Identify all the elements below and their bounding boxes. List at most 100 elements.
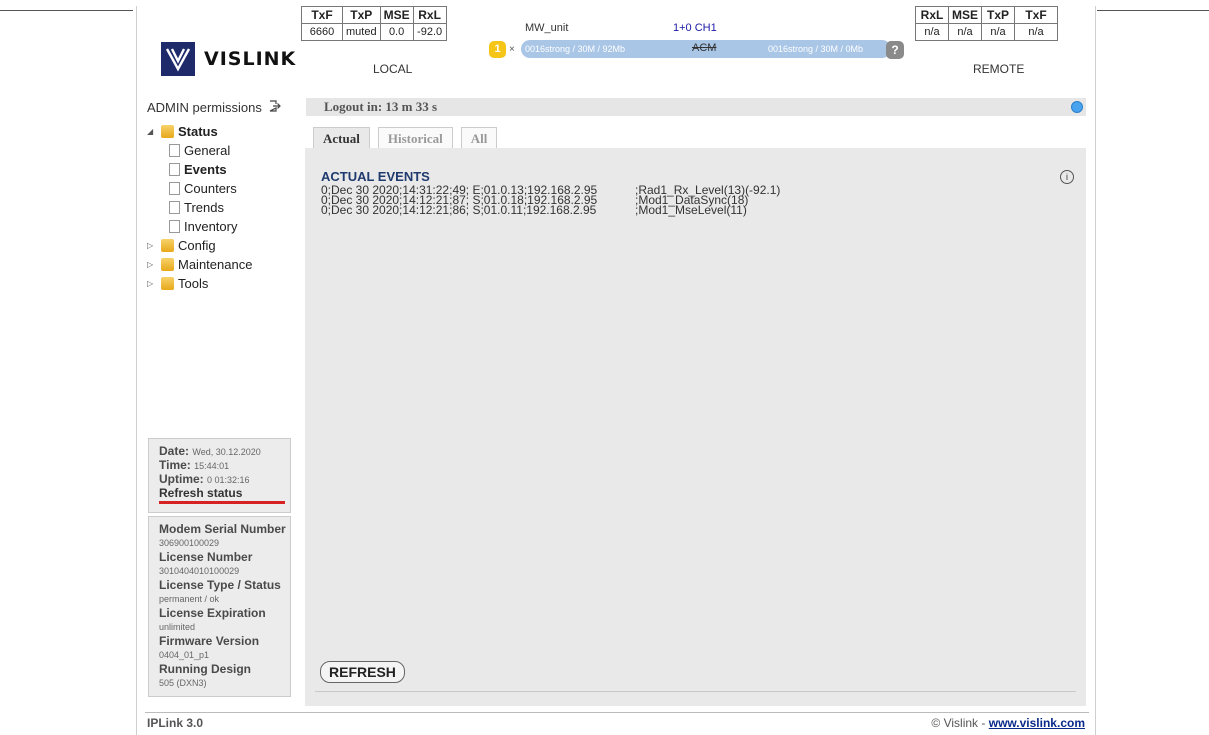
page-icon bbox=[169, 220, 180, 233]
link-status-bar: 0016strong / 30M / 92Mb ACM 0016strong /… bbox=[521, 40, 891, 58]
folder-icon bbox=[161, 239, 174, 252]
tree-item-trends[interactable]: Trends bbox=[147, 198, 252, 217]
local-header-rxl: RxL bbox=[412, 6, 447, 24]
logout-timer: Logout in: 13 m 33 s bbox=[306, 98, 1086, 116]
panel-title: ACTUAL EVENTS bbox=[321, 169, 430, 184]
running-design-value: 505 (DXN3) bbox=[159, 678, 207, 688]
product-name: IPLink 3.0 bbox=[147, 716, 204, 730]
license-type-label: License Type / Status bbox=[159, 578, 281, 592]
event-row: 0;Dec 30 2020;14:12:21;86; S;01.0.11;192… bbox=[321, 203, 780, 217]
footer-divider bbox=[145, 712, 1089, 713]
page-icon bbox=[169, 201, 180, 214]
tab-all[interactable]: All bbox=[460, 127, 498, 150]
info-icon[interactable]: i bbox=[1060, 170, 1074, 184]
refresh-status-link[interactable]: Refresh status bbox=[159, 486, 290, 500]
local-value-rxl: -92.0 bbox=[412, 23, 447, 41]
expanded-arrow-icon[interactable]: ◢ bbox=[147, 127, 161, 136]
local-value-txf: 6660 bbox=[301, 23, 343, 41]
tree-item-tools[interactable]: ▷ Tools bbox=[147, 274, 252, 293]
remote-header-txp: TxP bbox=[981, 6, 1016, 24]
modem-serial-label: Modem Serial Number bbox=[159, 522, 286, 536]
tree-item-inventory[interactable]: Inventory bbox=[147, 217, 252, 236]
tree-item-status[interactable]: ◢ Status bbox=[147, 122, 252, 141]
license-expiration-label: License Expiration bbox=[159, 606, 266, 620]
tree-item-config[interactable]: ▷ Config bbox=[147, 236, 252, 255]
tree-item-general[interactable]: General bbox=[147, 141, 252, 160]
license-info-box: Modem Serial Number 306900100029 License… bbox=[148, 516, 291, 697]
close-icon[interactable]: × bbox=[509, 44, 515, 55]
folder-icon bbox=[161, 125, 174, 138]
copyright-text: © Vislink - bbox=[931, 716, 989, 730]
tree-item-maintenance[interactable]: ▷ Maintenance bbox=[147, 255, 252, 274]
folder-icon bbox=[161, 258, 174, 271]
license-number-value: 3010404010100029 bbox=[159, 566, 240, 576]
local-caption: LOCAL bbox=[373, 62, 413, 76]
collapsed-arrow-icon[interactable]: ▷ bbox=[147, 260, 161, 269]
unit-name: MW_unit bbox=[525, 22, 569, 34]
running-design-label: Running Design bbox=[159, 662, 251, 676]
channel-label: 1+0 CH1 bbox=[673, 22, 717, 34]
navigation-tree: ◢ Status General Events Counters Trends … bbox=[147, 122, 252, 293]
permissions-label: ADMIN permissions bbox=[147, 100, 282, 115]
time-value: 15:44:01 bbox=[194, 461, 230, 471]
uptime-label: Uptime: bbox=[159, 472, 204, 486]
vislink-logo: VISLINK bbox=[161, 42, 296, 76]
tab-historical[interactable]: Historical bbox=[377, 127, 453, 150]
local-value-txp: muted bbox=[342, 23, 381, 41]
vislink-website-link[interactable]: www.vislink.com bbox=[989, 716, 1085, 730]
collapsed-arrow-icon[interactable]: ▷ bbox=[147, 241, 161, 250]
link-right-info: 0016strong / 30M / 0Mb bbox=[768, 44, 864, 54]
local-stats-table: TxF TxP MSE RxL 6660 muted 0.0 -92.0 bbox=[301, 6, 447, 41]
firmware-value: 0404_01_p1 bbox=[159, 650, 210, 660]
refresh-button[interactable]: REFRESH bbox=[320, 661, 405, 683]
tree-label-trends: Trends bbox=[184, 200, 224, 215]
system-status-box: Date: Wed, 30.12.2020 Time: 15:44:01 Upt… bbox=[148, 438, 291, 513]
brand-name: VISLINK bbox=[204, 48, 297, 70]
page-icon bbox=[169, 144, 180, 157]
license-type-value: permanent / ok bbox=[159, 594, 220, 604]
tree-label-config: Config bbox=[178, 238, 216, 253]
remote-stats-table: RxL MSE TxP TxF n/a n/a n/a n/a bbox=[915, 6, 1059, 41]
help-icon[interactable]: ? bbox=[886, 41, 904, 59]
alarm-count-badge[interactable]: 1 bbox=[489, 41, 506, 58]
tree-label-status: Status bbox=[178, 124, 218, 139]
link-mode: ACM bbox=[692, 42, 717, 54]
events-list: 0;Dec 30 2020;14:31:22;49; E;01.0.13;192… bbox=[321, 184, 780, 217]
tree-label-general: General bbox=[184, 143, 231, 158]
page-icon bbox=[169, 182, 180, 195]
tree-label-events: Events bbox=[184, 162, 227, 177]
local-value-mse: 0.0 bbox=[379, 23, 414, 41]
modem-serial-value: 306900100029 bbox=[159, 538, 220, 548]
top-rule-left bbox=[0, 10, 133, 11]
uptime-line: Uptime: 0 01:32:16 bbox=[159, 472, 290, 486]
events-panel: ACTUAL EVENTS i 0;Dec 30 2020;14:31:22;4… bbox=[305, 148, 1086, 706]
tree-item-events[interactable]: Events bbox=[147, 160, 252, 179]
license-expiration-value: unlimited bbox=[159, 622, 196, 632]
page-icon bbox=[169, 163, 180, 176]
remote-value-mse: n/a bbox=[947, 23, 983, 41]
panel-divider bbox=[315, 691, 1076, 692]
event-tabs: Actual Historical All bbox=[313, 127, 505, 150]
top-rule-right bbox=[1097, 10, 1209, 11]
local-header-txp: TxP bbox=[342, 6, 381, 24]
date-value: Wed, 30.12.2020 bbox=[192, 447, 261, 457]
tab-actual[interactable]: Actual bbox=[313, 127, 370, 150]
red-underline bbox=[159, 501, 285, 504]
tree-label-maintenance: Maintenance bbox=[178, 257, 253, 272]
firmware-label: Firmware Version bbox=[159, 634, 260, 648]
tree-item-counters[interactable]: Counters bbox=[147, 179, 252, 198]
logout-icon[interactable] bbox=[269, 100, 282, 115]
event-details: 0;Dec 30 2020;14:12:21;86; S;01.0.11;192… bbox=[321, 203, 597, 217]
tree-label-inventory: Inventory bbox=[184, 219, 238, 234]
app-frame: VISLINK TxF TxP MSE RxL 6660 muted 0.0 -… bbox=[136, 6, 1096, 735]
permissions-text: ADMIN permissions bbox=[147, 100, 262, 115]
settings-icon[interactable] bbox=[1071, 101, 1083, 113]
date-line: Date: Wed, 30.12.2020 bbox=[159, 444, 290, 458]
collapsed-arrow-icon[interactable]: ▷ bbox=[147, 279, 161, 288]
remote-header-rxl: RxL bbox=[915, 6, 949, 24]
tree-label-tools: Tools bbox=[178, 276, 209, 291]
remote-value-rxl: n/a bbox=[915, 23, 949, 41]
time-label: Time: bbox=[159, 458, 191, 472]
event-name: ;Mod1_MseLevel(11) bbox=[635, 203, 747, 217]
remote-header-mse: MSE bbox=[947, 6, 983, 24]
